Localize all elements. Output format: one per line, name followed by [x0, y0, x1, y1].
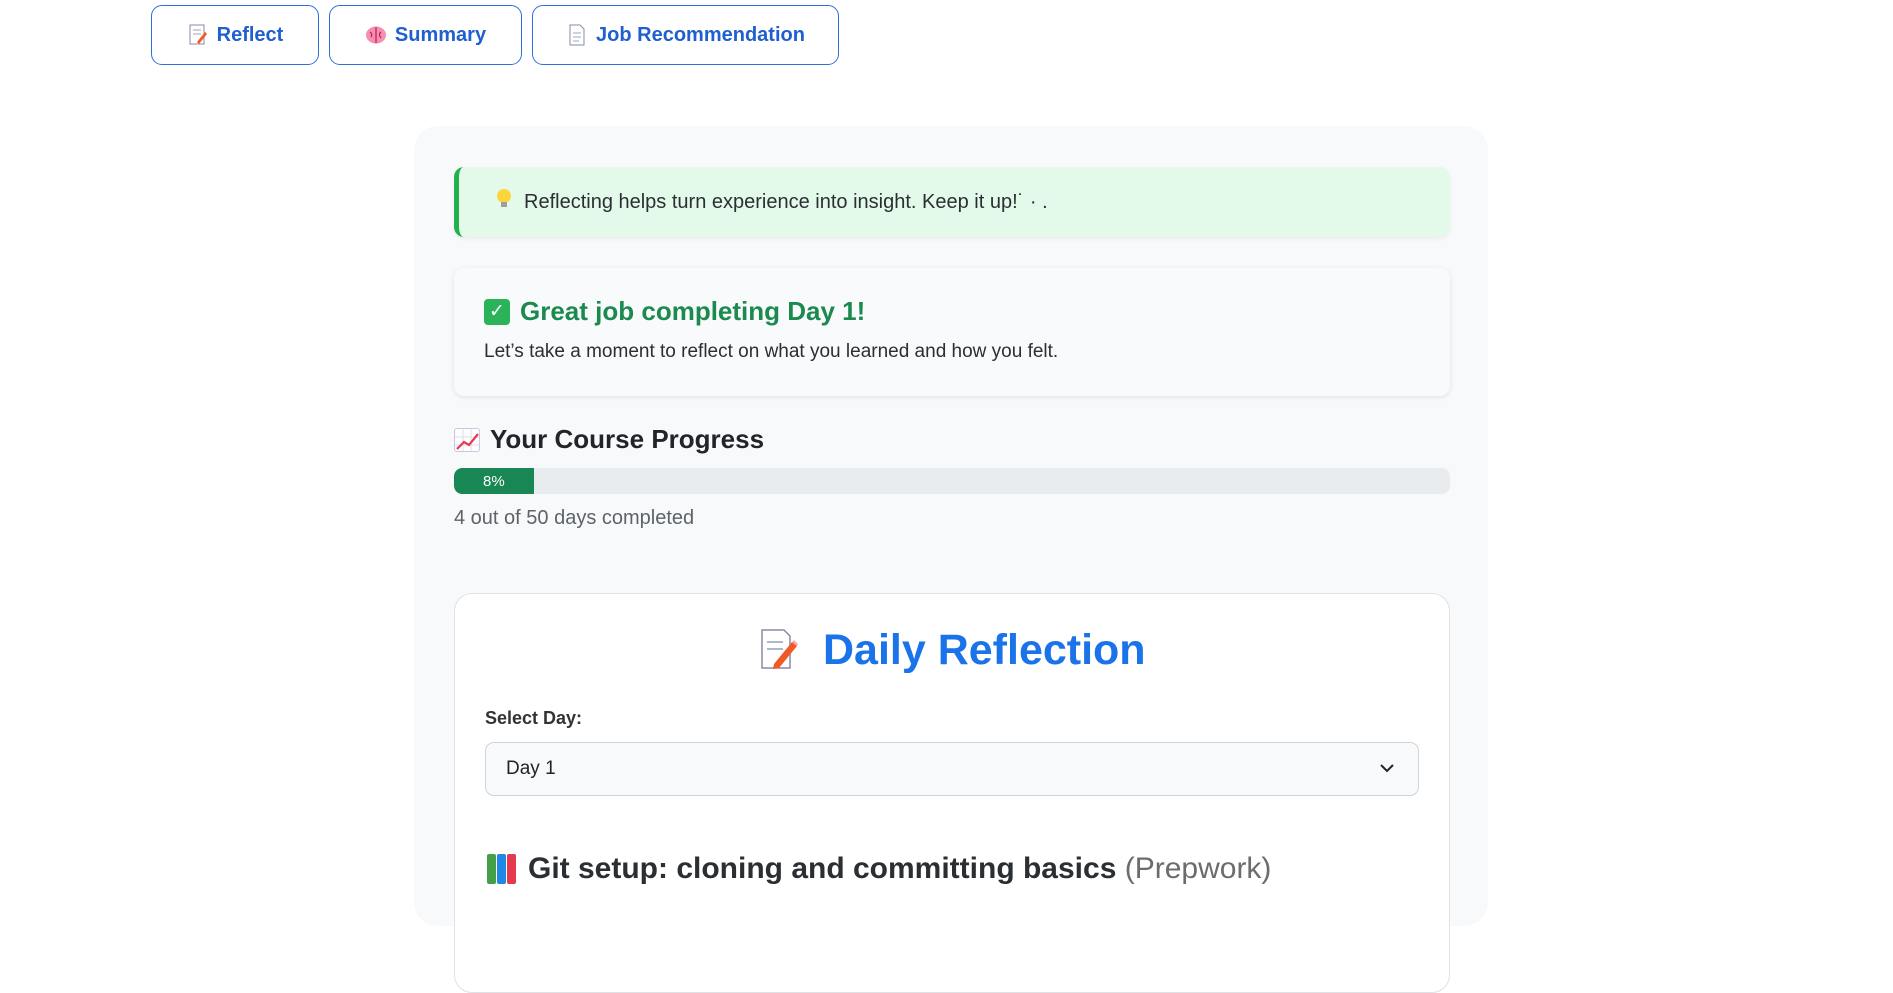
progress-bar: 8%: [454, 468, 1450, 494]
tip-text: Reflecting helps turn experience into in…: [524, 190, 1048, 213]
day-select-value: Day 1: [506, 758, 556, 779]
tab-job-recommendation[interactable]: Job Recommendation: [532, 5, 839, 65]
progress-percent-label: 8%: [482, 472, 505, 490]
select-day-label: Select Day:: [485, 708, 583, 728]
page-icon: [566, 24, 588, 46]
books-icon: [487, 854, 516, 884]
main-panel: Reflecting helps turn experience into in…: [414, 126, 1488, 993]
memo-icon: [758, 629, 809, 673]
brain-icon: [365, 25, 387, 45]
tip-banner: Reflecting helps turn experience into in…: [454, 167, 1450, 237]
greeting-title: Great job completing Day 1!: [520, 296, 866, 326]
greeting-card: ✓ Great job completing Day 1! Let’s take…: [454, 268, 1450, 396]
chart-increasing-icon: [454, 427, 480, 452]
greeting-title-row: ✓ Great job completing Day 1!: [484, 296, 1420, 327]
greeting-subtitle: Let’s take a moment to reflect on what y…: [484, 341, 1059, 362]
checkmark-icon: ✓: [484, 298, 510, 325]
progress-heading: Your Course Progress: [454, 424, 764, 455]
nav-tabs: Reflect Summary Job Recommendation: [151, 5, 839, 65]
lightbulb-icon: [496, 188, 512, 216]
tab-reflect[interactable]: Reflect: [151, 5, 319, 65]
daily-reflection-card: Daily Reflection Select Day: Day 1 Git s…: [454, 593, 1450, 993]
day-select[interactable]: Day 1: [485, 742, 1419, 796]
progress-status: 4 out of 50 days completed: [454, 507, 695, 529]
tab-reflect-label: Reflect: [216, 23, 284, 46]
topic-heading: Git setup: cloning and committing basics…: [487, 852, 1271, 886]
progress-bar-fill: 8%: [454, 468, 534, 494]
topic-tag: (Prepwork): [1124, 852, 1272, 885]
memo-icon: [187, 24, 209, 46]
reflection-title-row: Daily Reflection: [455, 626, 1449, 675]
reflection-title: Daily Reflection: [822, 626, 1146, 674]
progress-title: Your Course Progress: [490, 424, 765, 454]
chevron-down-icon: [1380, 764, 1394, 773]
tab-job-recommendation-label: Job Recommendation: [596, 23, 805, 46]
tab-summary[interactable]: Summary: [329, 5, 522, 65]
tab-summary-label: Summary: [394, 23, 487, 46]
topic-title: Git setup: cloning and committing basics: [528, 852, 1117, 885]
